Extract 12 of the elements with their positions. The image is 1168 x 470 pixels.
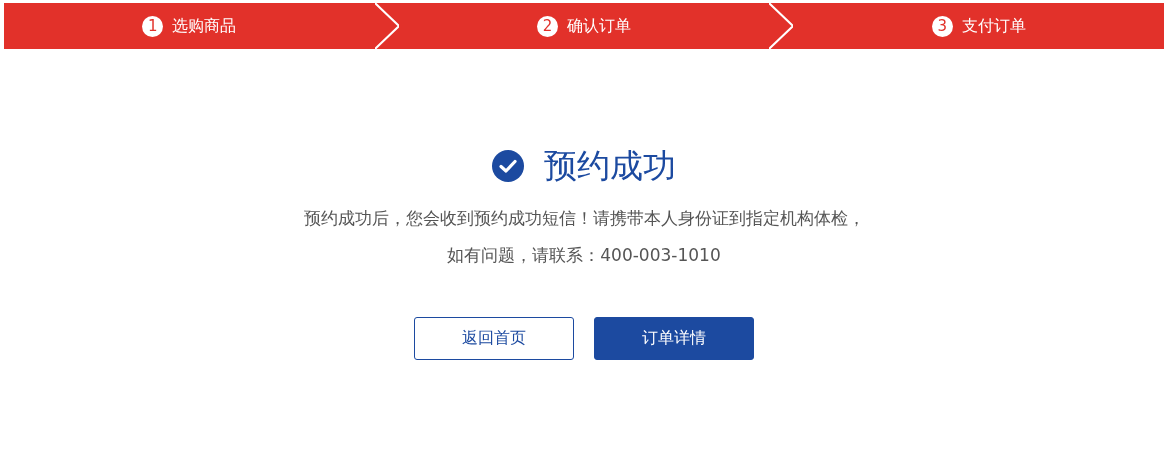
step-label: 支付订单 — [961, 15, 1026, 37]
back-home-button[interactable]: 返回首页 — [414, 317, 574, 360]
step-number-badge: 2 — [537, 15, 558, 37]
step-number-badge: 3 — [931, 15, 953, 37]
check-circle-icon — [492, 150, 524, 182]
order-details-button[interactable]: 订单详情 — [594, 317, 754, 360]
step-label: 选购商品 — [172, 15, 237, 37]
message-text: 如有问题，请联系：400-003-1010 — [447, 244, 721, 267]
step-label: 确认订单 — [567, 15, 631, 37]
step-number-badge: 1 — [142, 15, 164, 37]
success-title: 预约成功 — [544, 146, 676, 186]
message-text: 预约成功后，您会收到预约成功短信！请携带本人身份证到指定机构体检， — [303, 207, 865, 230]
